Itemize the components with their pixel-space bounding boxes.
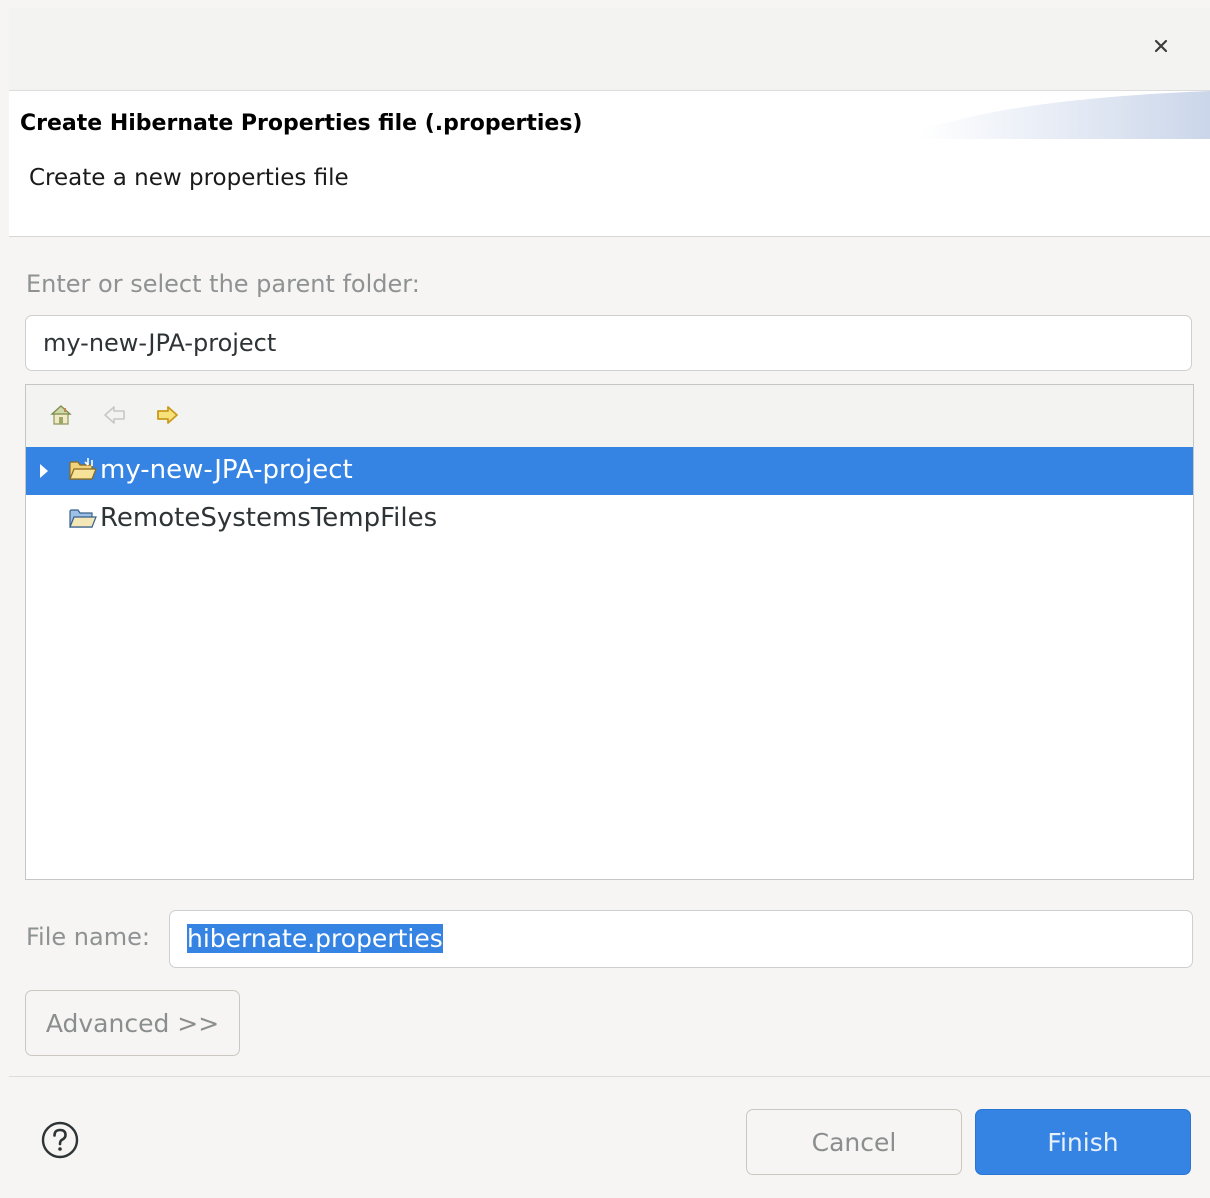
tree-toolbar xyxy=(26,385,1193,447)
help-icon xyxy=(41,1121,79,1159)
help-button[interactable] xyxy=(39,1119,81,1161)
home-button[interactable] xyxy=(48,402,74,428)
tree-item-remote-systems-temp-files[interactable]: RemoteSystemsTempFiles xyxy=(26,495,1193,543)
folder-tree-panel: my-new-JPA-project RemoteSystemsTempFile… xyxy=(25,384,1194,880)
wizard-description: Create a new properties file xyxy=(29,165,349,191)
forward-button[interactable] xyxy=(154,402,180,428)
tree-item-label: RemoteSystemsTempFiles xyxy=(100,503,438,533)
footer-separator xyxy=(9,1076,1210,1077)
forward-arrow-icon xyxy=(157,406,178,424)
folder-icon xyxy=(69,509,97,528)
back-arrow-icon xyxy=(104,406,125,424)
close-icon xyxy=(1154,39,1168,53)
file-name-value: hibernate.properties xyxy=(187,924,443,953)
file-name-input[interactable]: hibernate.properties xyxy=(169,910,1193,968)
create-hibernate-properties-dialog: Create Hibernate Properties file (.prope… xyxy=(9,8,1210,1198)
advanced-button[interactable]: Advanced >> xyxy=(25,990,240,1056)
back-button[interactable] xyxy=(102,402,128,428)
home-icon xyxy=(50,405,72,425)
file-name-label: File name: xyxy=(26,923,150,951)
expand-arrow-icon[interactable] xyxy=(40,464,48,478)
parent-folder-input[interactable]: my-new-JPA-project xyxy=(25,315,1192,371)
wizard-banner: Create Hibernate Properties file (.prope… xyxy=(9,91,1210,237)
close-button[interactable] xyxy=(1145,30,1177,62)
project-folder-icon xyxy=(69,458,97,480)
dialog-titlebar xyxy=(9,8,1210,91)
tree-item-label: my-new-JPA-project xyxy=(100,455,353,485)
finish-button[interactable]: Finish xyxy=(975,1109,1191,1175)
cancel-button[interactable]: Cancel xyxy=(746,1109,962,1175)
tree-item-my-new-jpa-project[interactable]: my-new-JPA-project xyxy=(26,447,1193,495)
wizard-title: Create Hibernate Properties file (.prope… xyxy=(20,111,583,136)
banner-decoration xyxy=(920,91,1210,139)
parent-folder-label: Enter or select the parent folder: xyxy=(26,270,420,298)
